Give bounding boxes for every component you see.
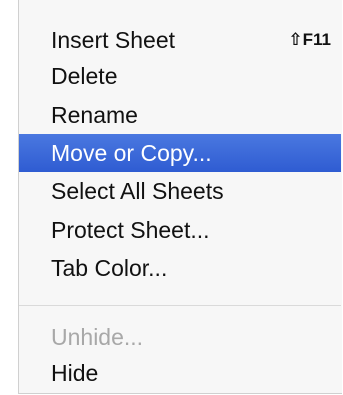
menu-item-label: Unhide... bbox=[51, 324, 144, 350]
menu-item-label: Select All Sheets bbox=[51, 178, 224, 204]
menu-item-label: Move or Copy... bbox=[51, 140, 212, 166]
menu-item-move-or-copy[interactable]: Move or Copy... bbox=[19, 134, 341, 172]
context-menu: Insert Sheet ⇧F11 Delete Rename Move or … bbox=[18, 0, 342, 394]
shortcut-label: ⇧F11 bbox=[288, 30, 331, 49]
menu-item-label: Rename bbox=[51, 102, 138, 128]
menu-item-unhide: Unhide... bbox=[19, 318, 341, 356]
menu-item-label: Protect Sheet... bbox=[51, 217, 210, 243]
menu-separator bbox=[19, 305, 341, 306]
menu-item-label: Delete bbox=[51, 63, 118, 89]
menu-item-label: Insert Sheet bbox=[51, 27, 176, 53]
menu-item-hide[interactable]: Hide bbox=[19, 354, 341, 392]
menu-item-rename[interactable]: Rename bbox=[19, 96, 341, 134]
menu-item-label: Tab Color... bbox=[51, 255, 168, 281]
menu-item-select-all-sheets[interactable]: Select All Sheets bbox=[19, 172, 341, 210]
menu-item-protect-sheet[interactable]: Protect Sheet... bbox=[19, 211, 341, 249]
menu-item-delete[interactable]: Delete bbox=[19, 57, 341, 95]
menu-item-label: Hide bbox=[51, 360, 99, 386]
menu-item-insert-sheet[interactable]: Insert Sheet ⇧F11 bbox=[19, 21, 341, 59]
menu-item-tab-color[interactable]: Tab Color... bbox=[19, 249, 341, 287]
